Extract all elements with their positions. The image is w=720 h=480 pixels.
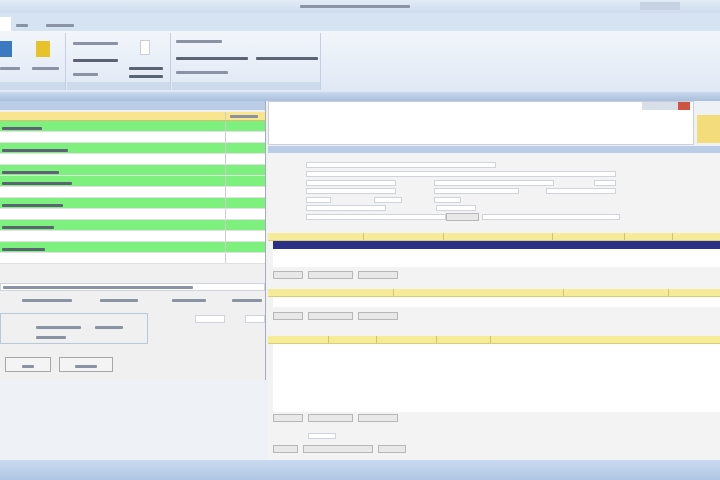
checkbox-b[interactable] (95, 326, 123, 329)
window-controls[interactable] (642, 102, 690, 110)
ribbon-group-3 (172, 33, 321, 90)
field-6[interactable] (306, 188, 396, 194)
details-header (268, 146, 720, 153)
folder-icon[interactable] (36, 41, 50, 57)
table-row[interactable] (0, 231, 265, 242)
details-panel (268, 146, 720, 460)
radio-2[interactable] (100, 299, 138, 302)
option-1[interactable] (176, 57, 248, 60)
status-bar (0, 460, 720, 480)
option-3[interactable] (176, 71, 228, 74)
checkbox-icon[interactable] (176, 40, 222, 43)
panel-header (0, 101, 265, 110)
ribbon-tabs (0, 13, 720, 31)
table-row[interactable] (0, 143, 265, 154)
group-box (0, 313, 148, 344)
field-15[interactable] (482, 214, 620, 220)
field-14[interactable] (306, 214, 446, 220)
checkbox-a[interactable] (36, 326, 81, 329)
delete-button[interactable] (358, 271, 398, 279)
close-icon[interactable] (678, 102, 690, 110)
ribbon (0, 31, 720, 92)
tab-view[interactable] (12, 17, 32, 31)
edit-button-2[interactable] (308, 312, 353, 320)
selected-row[interactable] (273, 241, 720, 249)
add-button-3[interactable] (273, 414, 303, 422)
window-title (300, 5, 410, 8)
table-row[interactable] (0, 198, 265, 209)
button-1[interactable] (5, 357, 51, 372)
ribbon-group-2 (67, 33, 171, 90)
ribbon-group-1 (0, 33, 66, 90)
table-row[interactable] (0, 253, 265, 264)
table-row[interactable] (0, 220, 265, 231)
action-button-3[interactable] (378, 445, 406, 453)
field-8[interactable] (546, 188, 616, 194)
action-button-2[interactable] (303, 445, 373, 453)
field-13[interactable] (436, 205, 476, 211)
field-7[interactable] (434, 188, 519, 194)
table-row[interactable] (0, 176, 265, 187)
date-to[interactable] (245, 315, 265, 323)
title-bar (0, 0, 720, 13)
table-row[interactable] (0, 154, 265, 165)
table-header (0, 112, 265, 121)
field-1[interactable] (306, 162, 496, 168)
status-select[interactable] (308, 433, 336, 439)
left-panel (0, 101, 266, 380)
grid-icon[interactable] (0, 41, 12, 57)
field-10[interactable] (374, 197, 402, 203)
grid1-header (268, 233, 720, 241)
document-icon[interactable] (140, 40, 150, 55)
window-controls[interactable] (640, 2, 680, 10)
table-row[interactable] (0, 121, 265, 132)
tab-work[interactable] (42, 17, 78, 31)
field-4[interactable] (434, 180, 554, 186)
field-5[interactable] (594, 180, 616, 186)
grid2-header (268, 289, 720, 297)
filter-input[interactable] (0, 283, 265, 291)
table-row[interactable] (0, 209, 265, 220)
table-row[interactable] (0, 187, 265, 198)
grid3-header (268, 336, 720, 344)
delete-button-2[interactable] (358, 312, 398, 320)
radio-1[interactable] (22, 299, 72, 302)
table-row[interactable] (0, 242, 265, 253)
delete-button-3[interactable] (358, 414, 398, 422)
side-panel (697, 115, 720, 143)
date-from[interactable] (195, 315, 225, 323)
add-button-2[interactable] (273, 312, 303, 320)
table-row[interactable] (0, 165, 265, 176)
field-button[interactable] (446, 213, 479, 221)
button-2[interactable] (59, 357, 113, 372)
field-11[interactable] (434, 197, 461, 203)
field-12[interactable] (306, 205, 386, 211)
add-button[interactable] (273, 271, 303, 279)
field-9[interactable] (306, 197, 331, 203)
edit-button-3[interactable] (308, 414, 353, 422)
tab-home[interactable] (0, 17, 11, 31)
radio-3[interactable] (172, 299, 206, 302)
toolbar-strip (0, 92, 720, 101)
edit-button[interactable] (308, 271, 353, 279)
table-body (0, 121, 265, 264)
action-button-1[interactable] (273, 445, 298, 453)
field-3[interactable] (306, 180, 396, 186)
checkbox-c[interactable] (36, 336, 66, 339)
preview-area (268, 101, 694, 145)
table-row[interactable] (0, 132, 265, 143)
field-2[interactable] (306, 171, 616, 177)
option-2[interactable] (256, 57, 318, 60)
radio-4[interactable] (232, 299, 262, 302)
